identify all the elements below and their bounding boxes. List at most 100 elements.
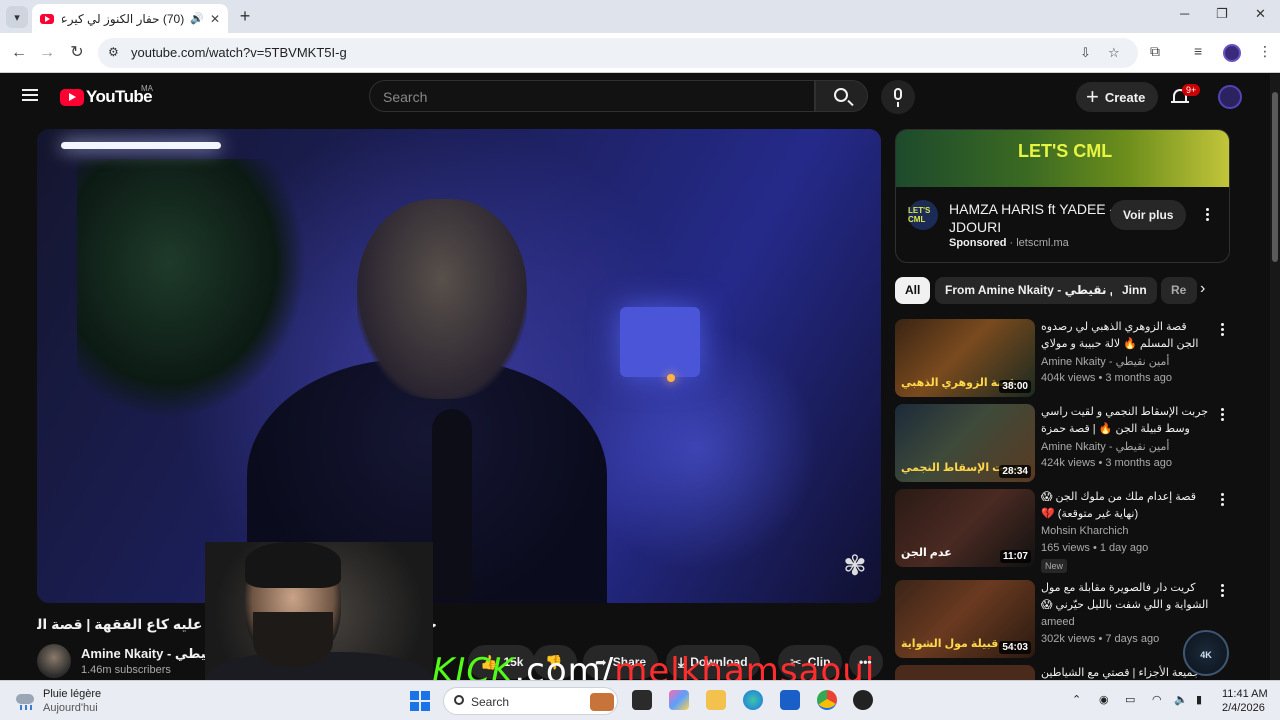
url-text[interactable]: youtube.com/watch?v=5TBVMKT5I-g <box>131 45 347 60</box>
ad-banner-text: LET'S CML <box>1018 141 1113 161</box>
scrollbar-thumb[interactable] <box>1272 92 1278 262</box>
recommendation-more-icon[interactable] <box>1221 323 1225 338</box>
youtube-play-icon <box>60 88 84 106</box>
file-explorer-icon[interactable] <box>706 690 726 710</box>
site-info-icon[interactable]: ⚙ <box>108 45 119 59</box>
recommendation-more-icon[interactable] <box>1221 493 1225 508</box>
store-icon[interactable] <box>780 690 800 710</box>
recommendation-title[interactable]: جميعة الأجزاء | قصتي مع الشياطين الأسود <box>1041 665 1209 680</box>
windows-taskbar: Pluie légère Aujourd'hui Search ⌃ ◉ ▭ ◠ … <box>0 680 1280 720</box>
forward-button[interactable]: → <box>36 42 58 64</box>
obs-icon[interactable] <box>853 690 873 710</box>
tab-close-icon[interactable]: ✕ <box>210 12 220 26</box>
copilot-icon[interactable] <box>669 690 689 710</box>
weather-day[interactable]: Aujourd'hui <box>43 702 98 714</box>
tab-search-button[interactable]: ▾ <box>6 6 28 28</box>
page-scrollbar[interactable] <box>1270 74 1280 680</box>
recommendation-stats: 404k views • 3 months ago <box>1041 372 1173 384</box>
taskbar-date[interactable]: 2/4/2026 <box>1222 702 1265 714</box>
thumbnail-caption: عدم الجن <box>901 547 952 559</box>
tray-monitor-icon[interactable]: ▭ <box>1125 693 1135 706</box>
bookmark-star-icon[interactable]: ☆ <box>1108 45 1120 61</box>
recommendation-channel[interactable]: Amine Nkaity - أمين نقيطي <box>1041 440 1169 453</box>
taskbar-search[interactable]: Search <box>443 687 618 715</box>
chip-all[interactable]: All <box>895 277 931 304</box>
recommendation-stats: 302k views • 7 days ago <box>1041 633 1160 645</box>
recommendation-channel[interactable]: Mohsin Kharchich <box>1041 525 1128 537</box>
search-highlight-icon <box>590 693 614 711</box>
windows-start-icon[interactable] <box>410 691 430 711</box>
maximize-button[interactable]: ❐ <box>1216 6 1228 22</box>
microphone-icon <box>894 88 902 107</box>
taskbar-search-label: Search <box>471 695 510 709</box>
video-thumbnail[interactable]: عدم الجن 11:07 <box>895 489 1035 567</box>
sponsored-ad-card[interactable]: LET'S CML LET'S CML HAMZA HARIS ft YADEE… <box>895 129 1230 263</box>
battery-icon[interactable]: ▮ <box>1196 693 1202 706</box>
chrome-icon[interactable] <box>817 690 837 710</box>
search-button[interactable] <box>815 80 868 112</box>
youtube-logo[interactable]: YouTube <box>60 87 153 107</box>
ad-title[interactable]: HAMZA HARIS ft YADEE - JDOURI <box>949 200 1119 236</box>
video-duration: 28:34 <box>999 465 1031 478</box>
recommendation-more-icon[interactable] <box>1221 584 1225 599</box>
video-thumbnail[interactable] <box>895 665 1035 680</box>
install-app-icon[interactable]: ⇩ <box>1080 45 1091 61</box>
account-avatar[interactable] <box>1218 85 1242 109</box>
browser-menu-icon[interactable]: ⋮ <box>1258 43 1272 60</box>
address-bar[interactable]: ⚙ youtube.com/watch?v=5TBVMKT5I-g ⇩ ☆ <box>98 38 1138 68</box>
browser-tab-active[interactable]: (70) حفار الكنوز لي كيرعب الـ 🔊 ✕ <box>32 4 228 33</box>
weather-rain-icon[interactable] <box>14 690 36 710</box>
video-thumbnail[interactable]: قصة الزوهري الذهبي 38:00 <box>895 319 1035 397</box>
video-thumbnail[interactable]: جربت الإسقاط النجمي 28:34 <box>895 404 1035 482</box>
tray-chevron-up-icon[interactable]: ⌃ <box>1072 693 1081 706</box>
voice-search-button[interactable] <box>881 80 915 114</box>
video-duration: 38:00 <box>999 380 1031 393</box>
minimize-button[interactable]: ─ <box>1180 6 1189 21</box>
create-label: Create <box>1104 89 1146 105</box>
new-tab-button[interactable]: + <box>236 6 254 26</box>
recommendation-channel[interactable]: Amine Nkaity - أمين نقيطي <box>1041 355 1169 368</box>
volume-icon[interactable]: 🔈 <box>1174 693 1188 706</box>
recommendation-more-icon[interactable] <box>1221 408 1225 423</box>
recommendation-stats: 165 views • 1 day ago <box>1041 542 1149 554</box>
video-duration: 11:07 <box>999 550 1031 563</box>
close-window-button[interactable]: ✕ <box>1255 6 1266 22</box>
recommendation-item[interactable]: عدم الجن 11:07 قصة إعدام ملك من ملوك الج… <box>895 489 1230 573</box>
extensions-icon[interactable]: ⧉ <box>1150 43 1160 60</box>
recommendation-title[interactable]: قصة إعدام ملك من ملوك الجن 😱 (نهاية غير … <box>1041 489 1209 523</box>
browser-profile-avatar[interactable] <box>1223 44 1241 62</box>
recommendation-channel[interactable]: ameed <box>1041 616 1075 628</box>
tray-app-icon[interactable]: ◉ <box>1099 693 1109 706</box>
media-control-icon[interactable]: ≡ <box>1194 43 1202 59</box>
recommendation-title[interactable]: قصة الزوهري الذهبي لي رصدوه الجن المسلم … <box>1041 319 1209 353</box>
edge-icon[interactable] <box>743 690 763 710</box>
ad-more-icon[interactable] <box>1206 208 1210 223</box>
video-scene-lamp <box>667 374 675 382</box>
recommendation-item[interactable]: جميعة الأجزاء | قصتي مع الشياطين الأسود <box>895 665 1230 680</box>
menu-icon[interactable] <box>22 89 38 101</box>
back-button[interactable]: ← <box>8 42 30 64</box>
recommendation-item[interactable]: جربت الإسقاط النجمي 28:34 جربت الإسقاط ا… <box>895 404 1230 484</box>
video-thumbnail[interactable]: قبيلة مول الشواية 54:03 <box>895 580 1035 658</box>
search-icon <box>454 695 464 705</box>
create-button[interactable]: + Create <box>1076 82 1159 112</box>
channel-avatar[interactable] <box>37 644 71 678</box>
recommendation-item[interactable]: قصة الزوهري الذهبي 38:00 قصة الزوهري الذ… <box>895 319 1230 399</box>
ad-cta-button[interactable]: Voir plus <box>1110 200 1187 230</box>
wifi-icon[interactable]: ◠ <box>1152 693 1162 706</box>
ad-banner[interactable]: LET'S CML <box>896 130 1229 187</box>
video-player[interactable]: ✾ <box>37 129 881 603</box>
task-view-icon[interactable] <box>632 690 652 710</box>
youtube-header: YouTube MA Search + Create 9+ <box>0 74 1270 120</box>
reload-button[interactable]: ↻ <box>66 42 88 64</box>
recommendation-item[interactable]: قبيلة مول الشواية 54:03 كريت دار فالصوير… <box>895 580 1230 660</box>
taskbar-time[interactable]: 11:41 AM <box>1222 688 1268 700</box>
chevron-right-icon[interactable]: › <box>1200 280 1205 298</box>
chip-related[interactable]: Re <box>1161 277 1197 304</box>
chip-jinn[interactable]: Jinn <box>1112 277 1157 304</box>
weather-condition[interactable]: Pluie légère <box>43 688 101 700</box>
recommendation-title[interactable]: جربت الإسقاط النجمي و لقيت راسي وسط قبيل… <box>1041 404 1209 438</box>
tab-audio-icon[interactable]: 🔊 <box>190 12 204 25</box>
recommendation-title[interactable]: كريت دار فالصويرة مقابلة مع مول الشواية … <box>1041 580 1209 614</box>
search-input[interactable]: Search <box>369 80 815 112</box>
